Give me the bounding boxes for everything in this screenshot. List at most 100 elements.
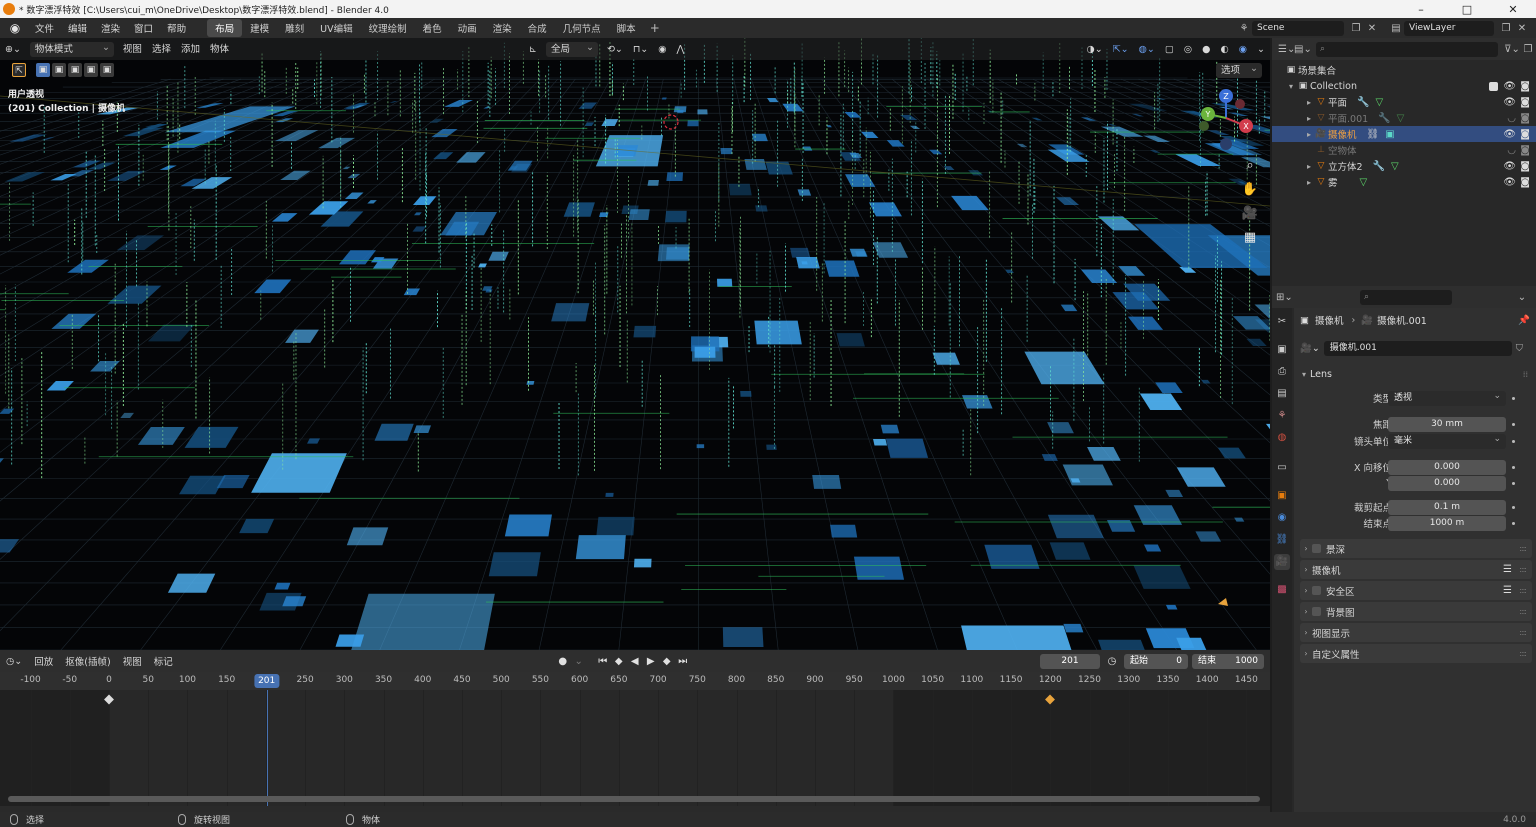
texture-tab-icon[interactable]: ▩: [1274, 582, 1290, 598]
properties-options-icon[interactable]: ⌄: [1514, 290, 1530, 305]
viewport-display-grip-icon[interactable]: ::::: [1519, 628, 1527, 637]
outliner-item-empty[interactable]: ⊥ 空物体 ◡ ◙: [1272, 142, 1536, 158]
blender-logo-icon[interactable]: ◉: [6, 21, 24, 35]
preview-range-icon[interactable]: ◷: [1104, 656, 1120, 667]
workspace-tab-uv-editing[interactable]: UV编辑: [312, 19, 360, 37]
outliner-collection[interactable]: ▾ ▣ Collection 👁 ◙: [1272, 78, 1536, 94]
fog-render-icon[interactable]: ◙: [1520, 177, 1530, 188]
outliner-editor-type-icon[interactable]: ☰⌄: [1278, 42, 1295, 57]
menu-help[interactable]: 帮助: [160, 21, 193, 35]
close-button[interactable]: ✕: [1490, 3, 1536, 16]
cube2-modifier-icon[interactable]: 🔧: [1373, 161, 1385, 172]
pan-hand-icon[interactable]: ✋: [1240, 182, 1260, 202]
camera-panel-collapse-icon[interactable]: ›: [1300, 565, 1312, 574]
camera-view-icon[interactable]: 🎥: [1240, 206, 1260, 226]
clip-start-keyframe-dot[interactable]: [1512, 505, 1515, 509]
properties-search-input[interactable]: ⌕: [1360, 289, 1452, 305]
overlays-icon[interactable]: ◍⌄: [1134, 42, 1160, 57]
3d-viewport[interactable]: ⊕⌄ 物体模式 视图 选择 添加 物体 ⊾ 全局 ⟲⌄ ⊓⌄ ◉ ⋀ ◑⌄ ⇱⌄…: [0, 38, 1270, 650]
view-layer-tab-icon[interactable]: ▤: [1274, 386, 1290, 402]
viewport-menu-select[interactable]: 选择: [147, 42, 176, 57]
viewport-menu-object[interactable]: 物体: [205, 42, 234, 57]
material-shading-icon[interactable]: ◐: [1215, 42, 1233, 57]
camera-expand-icon[interactable]: ▸: [1304, 130, 1314, 139]
cube2-visibility-icon[interactable]: 👁: [1503, 161, 1516, 172]
timeline-menu-marker[interactable]: 标记: [148, 654, 179, 668]
transform-orientation-icon[interactable]: ⊾: [524, 42, 542, 57]
rendered-shading-icon[interactable]: ◉: [1234, 42, 1252, 57]
clip-start-field[interactable]: 0.1 m: [1388, 499, 1506, 515]
transform-orientation-dropdown[interactable]: 全局: [545, 40, 598, 57]
solid-shading-icon[interactable]: ●: [1197, 42, 1215, 57]
timeline-editor-type-icon[interactable]: ◷⌄: [0, 656, 28, 667]
workspace-tab-shading[interactable]: 着色: [415, 19, 450, 37]
lens-panel-grip-icon[interactable]: ⁞⁞: [1523, 370, 1528, 379]
plane-001-render-icon[interactable]: ◙: [1520, 113, 1530, 124]
outliner-item-camera[interactable]: ▸ 🎥 摄像机 ⛓ ▣ 👁 ◙: [1272, 126, 1536, 142]
start-frame-field[interactable]: 起始 0: [1124, 653, 1188, 669]
pivot-point-icon[interactable]: ⟲⌄: [602, 42, 628, 57]
world-tab-icon[interactable]: ◍: [1274, 430, 1290, 446]
play-icon[interactable]: ▶: [643, 656, 659, 667]
proportional-edit-icon[interactable]: ◉: [653, 42, 671, 57]
camera-data-icon[interactable]: ▣: [1385, 129, 1394, 140]
timeline-menu-view[interactable]: 视图: [117, 654, 148, 668]
viewport-display-panel[interactable]: › 视图显示 ::::: [1300, 623, 1532, 642]
safe-areas-collapse-icon[interactable]: ›: [1300, 586, 1312, 595]
viewport-menu-add[interactable]: 添加: [176, 42, 205, 57]
plane-001-modifier-icon[interactable]: 🔧: [1378, 113, 1390, 124]
add-workspace-button[interactable]: +: [644, 21, 666, 35]
shift-y-keyframe-dot[interactable]: [1512, 481, 1515, 485]
object-tab-icon[interactable]: ▣: [1274, 488, 1290, 504]
outliner-item-plane[interactable]: ▸ ▽ 平面 🔧 ▽ 👁 ◙: [1272, 94, 1536, 110]
next-keyframe-icon[interactable]: ◆: [659, 656, 675, 667]
safe-areas-grip-icon[interactable]: ::::: [1519, 586, 1527, 595]
playback-dropdown[interactable]: 回放: [28, 654, 59, 668]
plane-visibility-icon[interactable]: 👁: [1503, 97, 1516, 108]
empty-render-icon[interactable]: ◙: [1520, 145, 1530, 156]
timeline-keyframe-area[interactable]: [0, 690, 1270, 806]
options-dropdown[interactable]: 选项: [1216, 61, 1262, 78]
safe-areas-panel[interactable]: › 安全区 ☰ ::::: [1300, 581, 1532, 600]
focal-length-field[interactable]: 30 mm: [1388, 416, 1506, 432]
constraints-tab-icon[interactable]: ⛓: [1274, 532, 1290, 548]
camera-visibility-icon[interactable]: 👁: [1503, 129, 1516, 140]
clip-end-field[interactable]: 1000 m: [1388, 515, 1506, 531]
camera-presets-icon[interactable]: ☰: [1503, 564, 1512, 575]
jump-start-icon[interactable]: ⏮: [595, 656, 611, 667]
lens-type-dropdown[interactable]: 透视: [1388, 389, 1506, 406]
cube2-expand-icon[interactable]: ▸: [1304, 162, 1314, 171]
dof-enable-checkbox[interactable]: [1312, 544, 1321, 553]
viewport-display-collapse-icon[interactable]: ›: [1300, 628, 1312, 637]
camera-render-icon[interactable]: ◙: [1520, 129, 1530, 140]
collection-exclude-checkbox[interactable]: [1489, 81, 1498, 91]
wireframe-shading-icon[interactable]: ◎: [1179, 42, 1197, 57]
select-mode-subtract-icon[interactable]: ▣: [68, 63, 82, 77]
plane-001-hidden-icon[interactable]: ◡: [1507, 113, 1516, 124]
falloff-icon[interactable]: ⋀: [672, 42, 690, 57]
lens-panel-header[interactable]: ▾ Lens ⁞⁞: [1294, 366, 1536, 382]
focal-length-keyframe-dot[interactable]: [1512, 422, 1515, 426]
shift-x-field[interactable]: 0.000: [1388, 459, 1506, 475]
fog-mesh-data-icon[interactable]: ▽: [1360, 177, 1368, 188]
datablock-browse-icon[interactable]: 🎥⌄: [1300, 343, 1320, 354]
scene-new-icon[interactable]: ❐: [1348, 21, 1364, 36]
background-images-grip-icon[interactable]: ::::: [1519, 607, 1527, 616]
plane-mesh-data-icon[interactable]: ▽: [1375, 97, 1383, 108]
camera-constraint-icon[interactable]: ⛓: [1367, 129, 1380, 140]
camera-data-tab-icon[interactable]: 🎥: [1274, 554, 1290, 570]
end-frame-field[interactable]: 结束 1000: [1192, 653, 1264, 669]
outliner-search-input[interactable]: ⌕: [1316, 41, 1498, 57]
plane-001-mesh-data-icon[interactable]: ▽: [1397, 113, 1405, 124]
playhead-frame-label[interactable]: 201: [254, 674, 280, 688]
safe-areas-presets-icon[interactable]: ☰: [1503, 585, 1512, 596]
outliner-item-plane-001[interactable]: ▸ ▽ 平面.001 🔧 ▽ ◡ ◙: [1272, 110, 1536, 126]
plane-modifier-icon[interactable]: 🔧: [1357, 97, 1369, 108]
workspace-tab-rendering[interactable]: 渲染: [485, 19, 520, 37]
dof-grip-icon[interactable]: ::::: [1519, 544, 1527, 553]
shading-options-icon[interactable]: ⌄: [1252, 42, 1270, 57]
workspace-tab-sculpting[interactable]: 雕刻: [277, 19, 312, 37]
cube2-mesh-data-icon[interactable]: ▽: [1391, 161, 1399, 172]
menu-render[interactable]: 渲染: [94, 21, 127, 35]
object-mode-dropdown[interactable]: 物体模式: [29, 40, 114, 57]
